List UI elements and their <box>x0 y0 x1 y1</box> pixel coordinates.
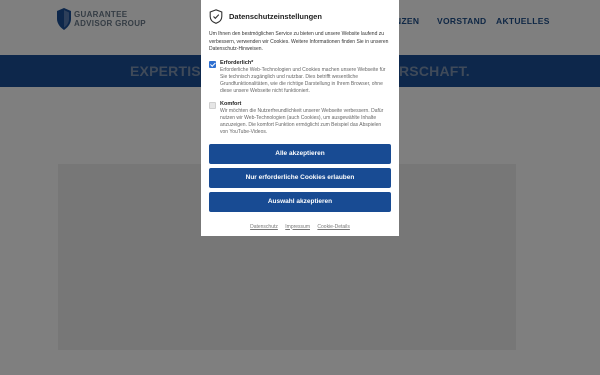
option-comfort-title: Komfort <box>220 100 242 107</box>
comfort-checkbox[interactable] <box>209 101 216 109</box>
dialog-header: Datenschutzeinstellungen <box>209 8 391 25</box>
cookie-consent-dialog: Datenschutzeinstellungen Um Ihnen den be… <box>201 0 399 236</box>
option-comfort-desc: Wir möchten die Nutzerfreundlichkeit uns… <box>220 107 384 135</box>
option-required-title: Erforderlich* <box>220 59 254 66</box>
dialog-intro: Um Ihnen den bestmöglichen Service zu bi… <box>209 31 389 52</box>
cookie-details-link[interactable]: Cookie-Details <box>317 224 350 230</box>
privacy-link[interactable]: Datenschutz <box>250 224 278 230</box>
footer-links: Datenschutz Impressum Cookie-Details <box>209 224 391 230</box>
required-checkbox[interactable] <box>209 60 216 68</box>
shield-check-icon <box>209 9 223 24</box>
required-only-button[interactable]: Nur erforderliche Cookies erlauben <box>209 167 391 188</box>
option-comfort: Komfort Wir möchten die Nutzerfreundlich… <box>209 101 391 136</box>
accept-selection-button[interactable]: Auswahl akzeptieren <box>209 191 391 212</box>
option-required: Erforderlich* Erforderliche Web-Technolo… <box>209 60 391 95</box>
accept-all-button[interactable]: Alle akzeptieren <box>209 143 391 164</box>
imprint-link[interactable]: Impressum <box>285 224 310 230</box>
dialog-title: Datenschutzeinstellungen <box>229 12 322 21</box>
option-required-desc: Erforderliche Web-Technologien und Cooki… <box>220 66 386 94</box>
